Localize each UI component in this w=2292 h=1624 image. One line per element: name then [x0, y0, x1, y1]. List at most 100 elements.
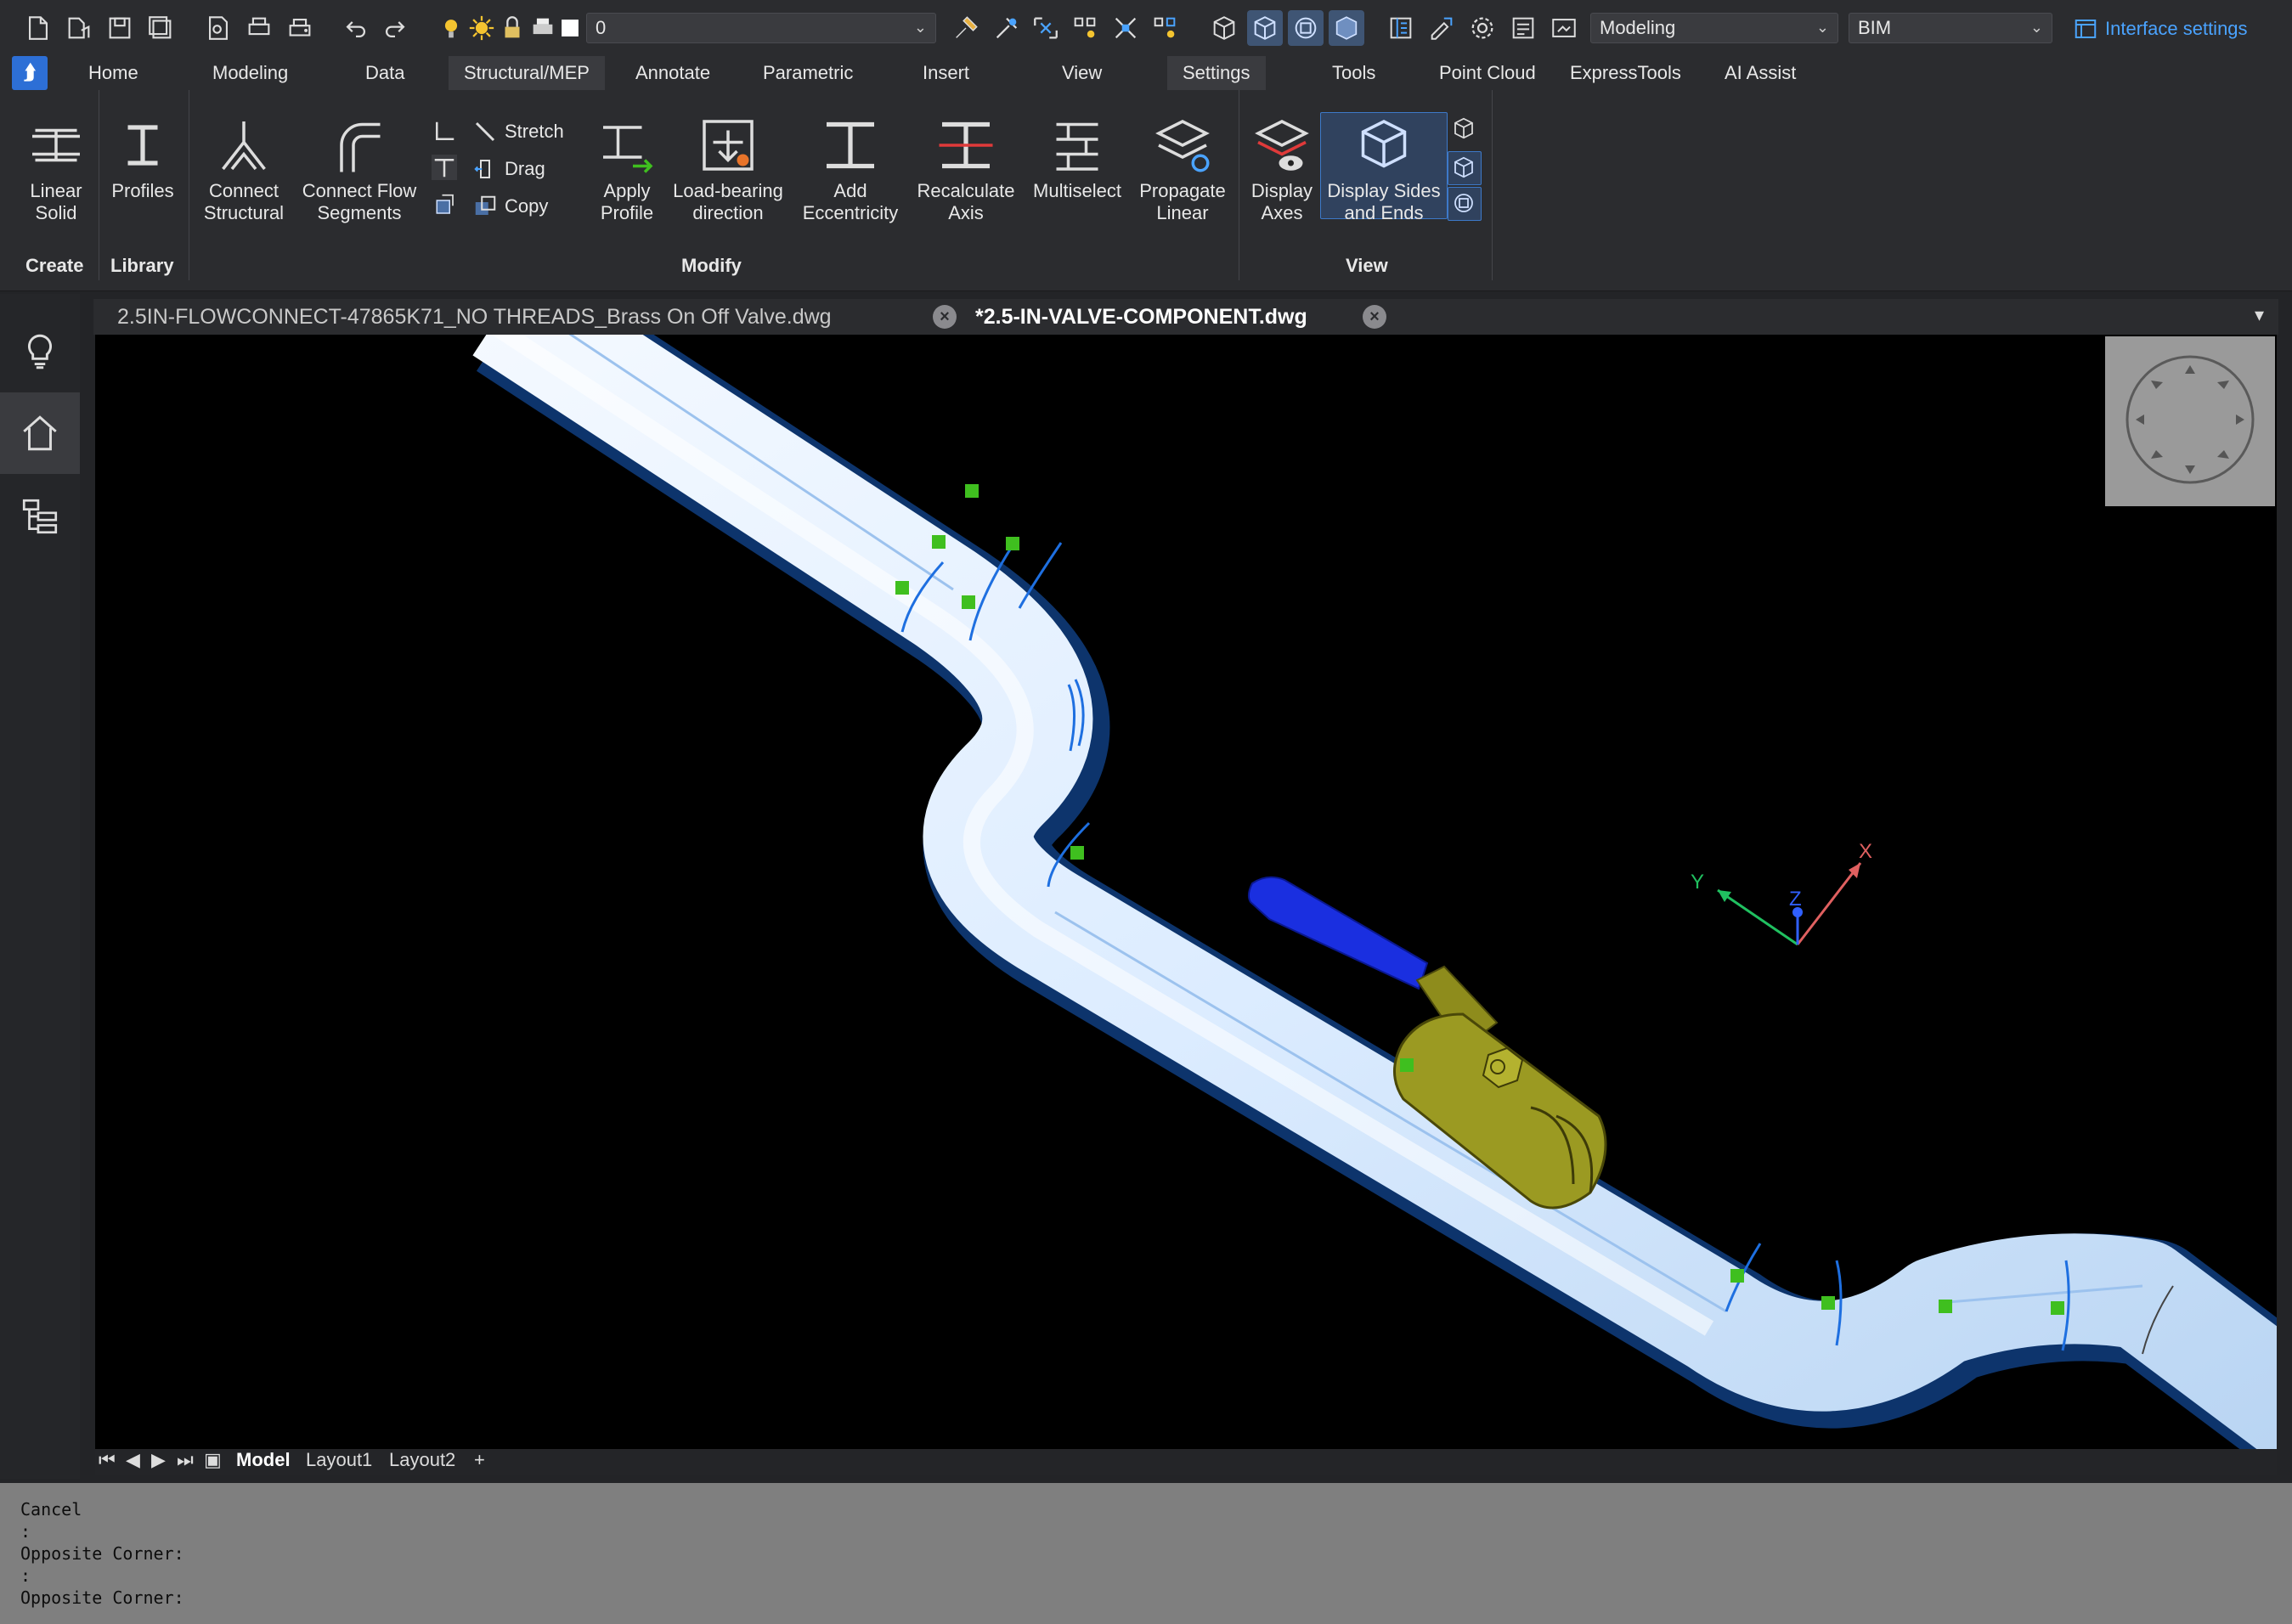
layer-dropdown[interactable]: 0 ⌄ [586, 13, 936, 43]
drag-button[interactable]: Drag [472, 156, 545, 182]
grip-point[interactable] [1006, 537, 1019, 550]
tab-settings[interactable]: Settings [1167, 56, 1266, 90]
tab-structural-mep[interactable]: Structural/MEP [449, 56, 605, 90]
corner-joint-icon [436, 121, 454, 140]
tab-annotate[interactable]: Annotate [620, 56, 725, 90]
profiles-button[interactable]: Profiles [109, 116, 177, 202]
grip-point[interactable] [2051, 1301, 2064, 1315]
linear-solid-button[interactable]: Linear Solid [22, 116, 90, 224]
trim-tool-button[interactable] [432, 119, 457, 144]
navigation-wheel[interactable] [2105, 336, 2275, 506]
quick-select-icon[interactable] [1067, 10, 1103, 46]
copy-button[interactable]: Copy [472, 194, 548, 219]
tab-list-dropdown-icon[interactable]: ▾ [2255, 304, 2264, 326]
grip-point[interactable] [962, 595, 975, 609]
tab-modeling[interactable]: Modeling [197, 56, 303, 90]
select-similar-icon[interactable] [1028, 10, 1064, 46]
layout-menu-icon[interactable]: ▣ [204, 1449, 222, 1471]
grip-point[interactable] [1400, 1058, 1414, 1072]
save-all-icon[interactable] [143, 10, 178, 46]
undo-icon[interactable] [338, 10, 374, 46]
application-menu-button[interactable]: ⮭ [12, 56, 48, 90]
tab-parametric[interactable]: Parametric [748, 56, 868, 90]
layer-color-icon[interactable] [552, 10, 588, 46]
multiselect-button[interactable]: Multiselect [1025, 116, 1130, 202]
grip-point[interactable] [895, 581, 909, 595]
visual-style-shaded-icon[interactable] [1329, 10, 1364, 46]
model-viewport[interactable]: X Y Z [95, 335, 2277, 1449]
visual-style-wire-icon[interactable] [1247, 10, 1283, 46]
command-history-line: Cancel [20, 1499, 82, 1520]
tab-data[interactable]: Data [350, 56, 420, 90]
valve-handle[interactable] [1247, 876, 1429, 990]
grip-point[interactable] [965, 484, 979, 498]
ucs-z-label: Z [1789, 888, 1802, 911]
match-properties-icon[interactable] [948, 10, 984, 46]
grip-point[interactable] [1730, 1269, 1744, 1283]
tab-insert[interactable]: Insert [907, 56, 985, 90]
bim-filter-icon[interactable] [1147, 10, 1183, 46]
stretch-button[interactable]: Stretch [472, 119, 564, 144]
command-line-history[interactable]: Cancel : Opposite Corner: : Opposite Cor… [0, 1483, 2292, 1624]
select-filter-icon[interactable] [1108, 10, 1143, 46]
drawing-explorer-icon[interactable] [1424, 10, 1459, 46]
new-file-icon[interactable] [20, 10, 56, 46]
lightbulb-icon [27, 334, 53, 369]
tab-home[interactable]: Home [73, 56, 154, 90]
tab-expresstools[interactable]: ExpressTools [1555, 56, 1696, 90]
close-tab-icon[interactable]: × [933, 305, 957, 329]
cube-xray-icon [1454, 194, 1473, 212]
load-bearing-direction-button[interactable]: Load-bearing direction [666, 116, 790, 224]
layout-tab-model[interactable]: Model [236, 1449, 291, 1471]
layout-tab-layout2[interactable]: Layout2 [389, 1449, 455, 1471]
tab-ai-assist[interactable]: AI Assist [1709, 56, 1811, 90]
first-layout-icon[interactable]: ⏮ [99, 1449, 116, 1471]
redo-icon[interactable] [377, 10, 413, 46]
viewport-icon[interactable] [1546, 10, 1582, 46]
layout-tab-layout1[interactable]: Layout1 [306, 1449, 372, 1471]
add-eccentricity-button[interactable]: Add Eccentricity [795, 116, 906, 224]
document-tab-1[interactable]: 2.5IN-FLOWCONNECT-47865K71_NO THREADS_Br… [117, 299, 832, 335]
previous-layout-icon[interactable]: ◀ [126, 1449, 140, 1471]
tab-view[interactable]: View [1047, 56, 1117, 90]
workspace-dropdown[interactable]: Modeling ⌄ [1590, 13, 1838, 43]
open-file-icon[interactable] [61, 10, 97, 46]
layer-manager-icon[interactable] [1505, 10, 1541, 46]
plot-icon[interactable] [241, 10, 277, 46]
grip-point[interactable] [1070, 846, 1084, 860]
next-layout-icon[interactable]: ▶ [151, 1449, 166, 1471]
batch-plot-icon[interactable] [282, 10, 318, 46]
discipline-dropdown[interactable]: BIM ⌄ [1849, 13, 2052, 43]
close-tab-icon[interactable]: × [1363, 305, 1386, 329]
display-axes-button[interactable]: Display Axes [1244, 116, 1320, 224]
properties-panel-icon[interactable] [1383, 10, 1419, 46]
view-toggle-1[interactable] [1451, 116, 1476, 141]
pick-icon[interactable] [989, 10, 1025, 46]
recalculate-axis-button[interactable]: Recalculate Axis [911, 116, 1021, 224]
grip-point[interactable] [1821, 1296, 1835, 1310]
solid-edit-button[interactable] [432, 192, 457, 217]
save-icon[interactable] [102, 10, 138, 46]
view-cube-icon[interactable] [1206, 10, 1242, 46]
grip-point[interactable] [1939, 1300, 1952, 1313]
visual-style-xray-icon[interactable] [1288, 10, 1324, 46]
tab-tools[interactable]: Tools [1317, 56, 1391, 90]
interface-settings-button[interactable]: Interface settings [2073, 14, 2248, 44]
structure-browser-button[interactable] [0, 476, 80, 557]
connect-flow-segments-button[interactable]: Connect Flow Segments [297, 116, 421, 224]
propagate-linear-button[interactable]: Propagate Linear [1133, 116, 1232, 224]
last-layout-icon[interactable]: ⏭ [177, 1449, 194, 1471]
add-layout-button[interactable]: + [474, 1449, 485, 1471]
document-tab-2[interactable]: *2.5-IN-VALVE-COMPONENT.dwg [975, 299, 1307, 335]
propagate-linear-icon [1155, 120, 1210, 172]
tips-button[interactable] [0, 311, 80, 392]
tab-point-cloud[interactable]: Point Cloud [1424, 56, 1551, 90]
tee-joint-button[interactable] [432, 155, 457, 180]
apply-profile-button[interactable]: Apply Profile [590, 116, 664, 224]
print-preview-icon[interactable] [200, 10, 236, 46]
home-button[interactable] [0, 392, 80, 474]
settings-gear-icon[interactable] [1465, 10, 1500, 46]
add-eccentricity-icon [827, 121, 874, 169]
connect-structural-button[interactable]: Connect Structural [197, 116, 291, 224]
grip-point[interactable] [932, 535, 946, 549]
